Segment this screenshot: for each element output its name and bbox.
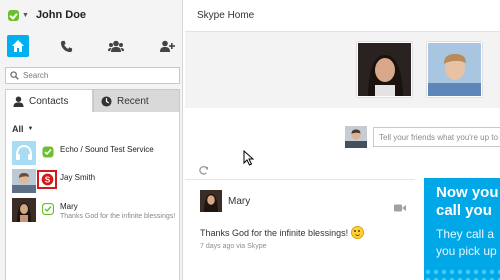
avatar — [345, 126, 367, 148]
main-header: Skype Home — [185, 0, 500, 32]
profile-bar[interactable]: ▼ John Doe — [0, 0, 183, 30]
skype-window: ▼ John Doe Search Contacts Recent All ▼ … — [0, 0, 500, 280]
home-icon — [12, 40, 24, 52]
contact-item[interactable]: Echo / Sound Test Service — [12, 141, 177, 167]
contacts-group-button[interactable] — [105, 35, 127, 57]
mouse-cursor-icon — [243, 149, 255, 171]
promo-headline-line: Now you — [436, 184, 499, 201]
chevron-down-icon[interactable]: ▼ — [22, 12, 29, 19]
profile-name[interactable]: John Doe — [36, 9, 86, 21]
contact-filter-label: All — [12, 124, 24, 134]
status-post-row: Tell your friends what you're up to — [185, 123, 500, 151]
tab-contacts[interactable]: Contacts — [5, 89, 93, 113]
headset-icon — [12, 141, 36, 165]
clock-icon — [101, 95, 112, 107]
hero-photo — [427, 42, 482, 97]
tab-recent-label: Recent — [117, 95, 149, 107]
svg-text:S: S — [44, 175, 50, 185]
nav-bar — [0, 32, 183, 62]
contact-avatar — [12, 169, 36, 193]
contacts-icon — [13, 96, 24, 107]
feed-message: Thanks God for the infinite blessings! — [200, 226, 365, 239]
tab-contacts-label: Contacts — [29, 96, 69, 107]
search-input[interactable]: Search — [5, 67, 180, 84]
contact-item[interactable]: Mary Thanks God for the infinite blessin… — [12, 198, 177, 224]
online-status-icon — [42, 146, 54, 158]
search-placeholder: Search — [23, 71, 49, 80]
promo-body: They call a you pick up — [436, 226, 497, 260]
feed-timestamp: 7 days ago via Skype — [200, 243, 267, 250]
divider — [185, 179, 415, 180]
promo-banner[interactable]: Now you call you They call a you pick up — [424, 178, 500, 280]
promo-body-line: you pick up — [436, 244, 497, 258]
skype-icon: S — [41, 173, 53, 186]
tab-recent[interactable]: Recent — [93, 89, 180, 113]
page-title: Skype Home — [197, 10, 255, 21]
contact-name: Mary — [60, 202, 78, 211]
chevron-down-icon: ▼ — [27, 126, 34, 132]
phone-icon — [60, 40, 72, 52]
refresh-icon — [199, 166, 209, 175]
video-camera-icon — [394, 204, 406, 212]
promo-headline-line: call you — [436, 202, 492, 219]
status-input-placeholder: Tell your friends what you're up to — [379, 132, 498, 142]
avatar — [200, 190, 222, 212]
feed-item[interactable]: Mary Thanks God for the infinite blessin… — [185, 185, 415, 260]
add-contact-icon — [160, 40, 175, 52]
smiley-emoticon-icon — [351, 226, 365, 239]
away-status-icon — [42, 203, 54, 215]
hero-photo — [357, 42, 412, 97]
contact-name: Echo / Sound Test Service — [60, 145, 154, 154]
promo-dot-pattern — [424, 268, 500, 280]
sidebar: ▼ John Doe Search Contacts Recent All ▼ … — [0, 0, 190, 280]
hero-banner — [185, 32, 500, 108]
promo-headline: Now you call you — [436, 184, 499, 220]
contact-avatar — [12, 198, 36, 222]
contact-filter-dropdown[interactable]: All ▼ — [12, 124, 33, 134]
contact-mood: Thanks God for the infinite blessings! — [60, 213, 176, 220]
home-button[interactable] — [7, 35, 29, 57]
echo-avatar — [12, 141, 36, 165]
contact-list: All ▼ Echo / Sound Test Service Jay Smit… — [5, 112, 180, 280]
status-input[interactable]: Tell your friends what you're up to — [373, 127, 500, 147]
skype-icon-highlight[interactable]: S — [37, 170, 57, 189]
search-icon — [10, 71, 19, 80]
online-status-icon[interactable] — [8, 9, 19, 21]
call-button[interactable] — [55, 35, 77, 57]
feed-author-name[interactable]: Mary — [228, 196, 250, 207]
main-pane: Skype Home Tell your friends what you're… — [185, 0, 500, 280]
promo-body-line: They call a — [436, 227, 495, 241]
contacts-group-icon — [108, 40, 124, 52]
add-contact-button[interactable] — [156, 35, 178, 57]
video-call-button[interactable] — [394, 199, 406, 217]
feed-message-text: Thanks God for the infinite blessings! — [200, 227, 349, 238]
contact-name: Jay Smith — [60, 173, 96, 182]
sidebar-tabs: Contacts Recent — [5, 89, 180, 113]
